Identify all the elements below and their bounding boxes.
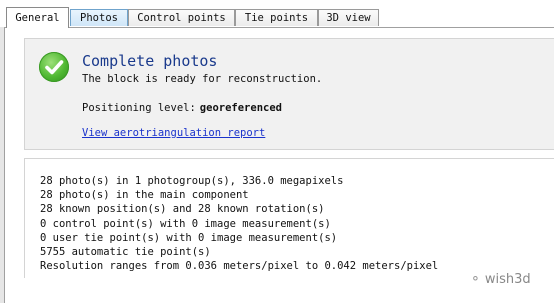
positioning-value: georeferenced — [199, 102, 282, 114]
tab-general[interactable]: General — [6, 7, 69, 28]
tab-bar: General Photos Control points Tie points… — [0, 0, 554, 28]
info-line: 0 control point(s) with 0 image measurem… — [40, 217, 331, 230]
status-title: Complete photos — [82, 52, 218, 70]
view-report-link[interactable]: View aerotriangulation report — [82, 127, 265, 139]
block-info: 28 photo(s) in 1 photogroup(s), 336.0 me… — [40, 174, 438, 273]
tab-3d-view[interactable]: 3D view — [318, 9, 379, 26]
info-line: Resolution ranges from 0.036 meters/pixe… — [40, 260, 439, 273]
info-line: 28 photo(s) in the main component — [40, 189, 249, 202]
info-line: 28 known position(s) and 28 known rotati… — [40, 203, 325, 216]
positioning-label: Positioning level: — [82, 102, 196, 114]
wechat-icon: ⚬ — [470, 272, 481, 287]
tab-control-points[interactable]: Control points — [128, 9, 235, 26]
tab-tie-points[interactable]: Tie points — [235, 9, 318, 26]
info-line: 5755 automatic tie point(s) — [40, 245, 211, 258]
watermark-text: wish3d — [484, 272, 531, 287]
watermark: ⚬ wish3d — [470, 272, 531, 287]
tab-photos[interactable]: Photos — [70, 9, 128, 26]
status-message: The block is ready for reconstruction. — [82, 73, 323, 85]
checkmark-icon — [39, 52, 69, 82]
positioning-level: Positioning level: georeferenced — [82, 102, 282, 114]
info-line: 0 user tie point(s) with 0 image measure… — [40, 231, 338, 244]
info-line: 28 photo(s) in 1 photogroup(s), 336.0 me… — [40, 175, 344, 187]
